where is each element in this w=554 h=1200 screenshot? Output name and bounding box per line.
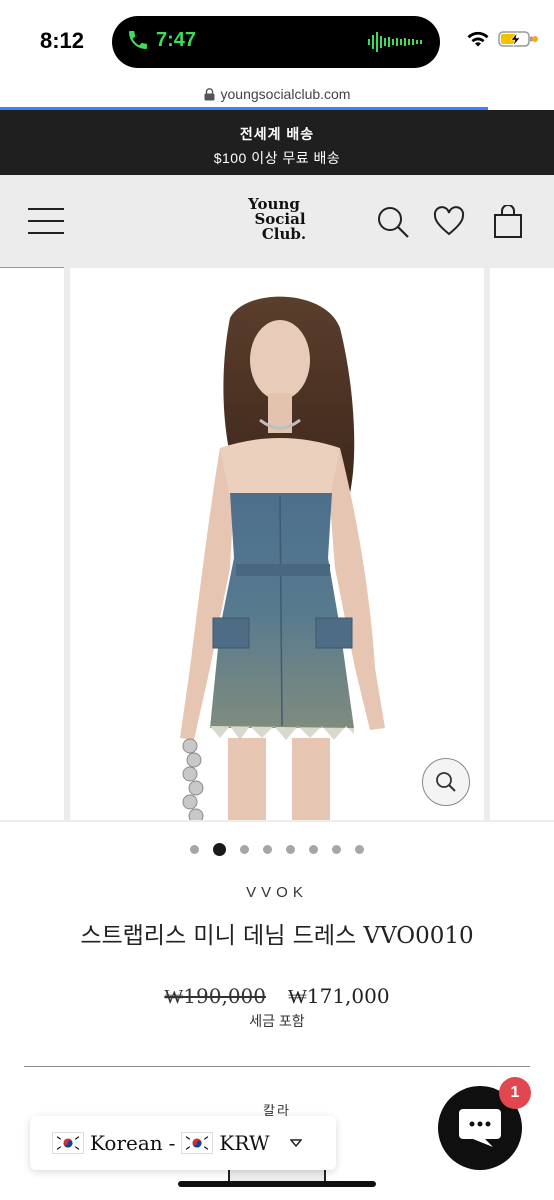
product-title: 스트랩리스 미니 데님 드레스 VVO0010 (80, 923, 474, 949)
chat-bubble-icon (459, 1109, 501, 1147)
pagination-dot[interactable] (286, 844, 295, 854)
chevron-down-icon (289, 1139, 302, 1148)
status-bar: 8:12 7:47 (0, 0, 554, 80)
zoom-button[interactable] (422, 758, 470, 806)
pagination-dot[interactable] (332, 844, 341, 854)
heart-icon[interactable] (432, 205, 466, 239)
section-divider (24, 1066, 530, 1067)
status-indicators (466, 30, 534, 48)
search-icon (436, 772, 456, 792)
pagination-dot[interactable] (309, 844, 318, 854)
pagination-dot[interactable] (240, 844, 249, 854)
tax-note: 세금 포함 (249, 1013, 305, 1029)
privacy-indicator (532, 36, 538, 42)
pagination-dot-active[interactable] (213, 842, 226, 856)
original-price: ₩190,000 (164, 984, 266, 1008)
shopping-bag-icon[interactable] (492, 205, 526, 239)
product-image (180, 296, 385, 820)
gallery-pagination (0, 840, 554, 858)
url-text[interactable]: youngsocialclub.com (221, 86, 351, 102)
locale-separator: - (168, 1131, 176, 1155)
gallery-slide-current[interactable] (70, 268, 484, 820)
waveform-icon (368, 32, 422, 52)
dynamic-island[interactable]: 7:47 (112, 16, 440, 68)
pagination-dot[interactable] (190, 844, 199, 854)
pagination-dot[interactable] (263, 844, 272, 854)
battery-charging-icon (498, 31, 533, 47)
announcement-title: 전세계 배송 (239, 126, 315, 142)
currency-label: KRW (219, 1131, 270, 1155)
product-brand[interactable]: VVOK (0, 884, 554, 901)
wifi-icon (467, 31, 489, 47)
chat-notification-badge: 1 (499, 1077, 531, 1109)
announcement-bar: 전세계 배송 $100 이상 무료 배송 (0, 110, 554, 175)
home-indicator[interactable] (178, 1181, 376, 1187)
gallery-slide-next[interactable] (490, 268, 554, 820)
lock-icon (204, 87, 215, 100)
address-bar[interactable]: youngsocialclub.com (0, 80, 554, 108)
south-korea-flag-icon (181, 1132, 214, 1154)
sale-price: ₩171,000 (288, 984, 390, 1008)
south-korea-flag-icon (52, 1132, 84, 1154)
gallery-slide-prev[interactable] (0, 268, 64, 820)
product-gallery[interactable] (0, 268, 554, 822)
call-indicator[interactable]: 7:47 (126, 28, 196, 52)
site-logo[interactable]: Young Social Club. (238, 197, 318, 242)
search-icon[interactable] (376, 205, 410, 239)
pagination-dot[interactable] (355, 844, 364, 854)
locale-selector[interactable]: Korean - KRW (30, 1116, 336, 1170)
language-label: Korean (90, 1131, 163, 1155)
status-time: 8:12 (40, 28, 85, 53)
price-block: ₩190,000 ₩171,000 (0, 984, 554, 1009)
phone-icon (129, 31, 147, 49)
announcement-subtitle: $100 이상 무료 배송 (213, 150, 341, 166)
site-header: Young Social Club. (0, 175, 554, 268)
menu-icon[interactable] (28, 208, 64, 236)
logo-line: Club. (261, 225, 307, 243)
call-duration: 7:47 (156, 28, 197, 51)
